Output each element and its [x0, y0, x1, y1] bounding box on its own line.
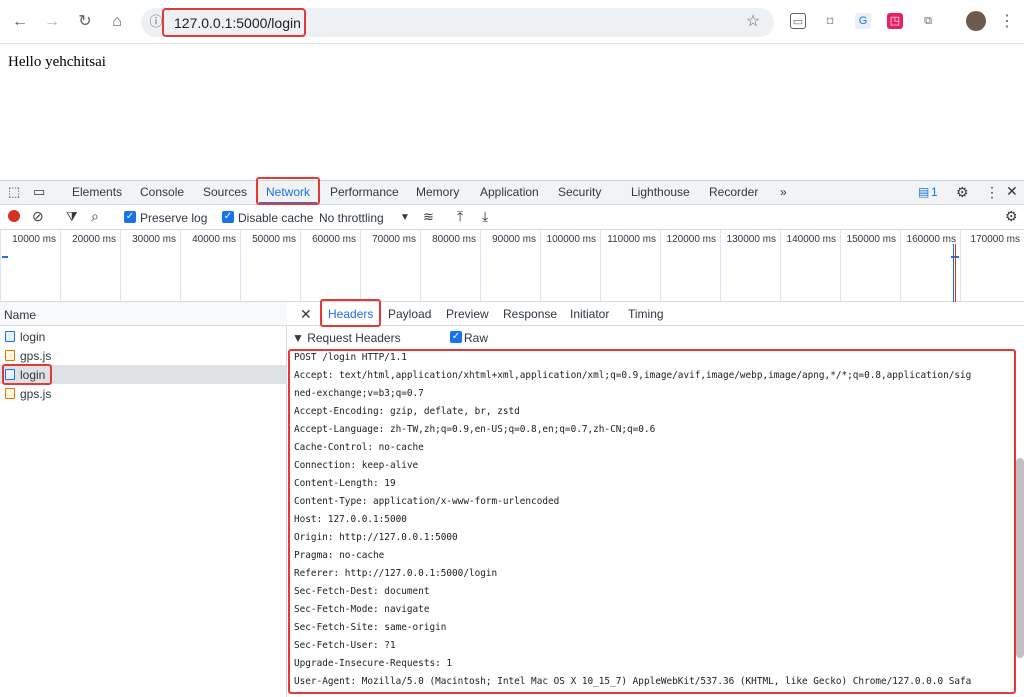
issues-icon[interactable]: ▤ — [918, 185, 929, 199]
tab-lighthouse[interactable]: Lighthouse — [631, 185, 690, 199]
list-item[interactable]: gps.js — [0, 384, 287, 403]
headers-tab-highlight — [320, 299, 381, 327]
avatar[interactable] — [966, 11, 986, 31]
translate-icon[interactable]: G — [855, 13, 871, 29]
close-details-icon[interactable]: ✕ — [300, 306, 312, 323]
tab-memory[interactable]: Memory — [416, 185, 459, 199]
selected-request-highlight — [2, 364, 52, 385]
page-greeting: Hello yehchitsai — [8, 54, 106, 70]
devtools-panel: ⬚ ▭ Elements Console Sources Network Per… — [0, 177, 1024, 697]
network-conditions-icon[interactable]: ≋ — [423, 209, 434, 225]
timeline-load-line — [955, 244, 956, 302]
search-icon[interactable]: ⌕ — [91, 208, 99, 225]
line-extension-icon[interactable]: ▭ — [790, 13, 806, 29]
timeline-tick: 160000 ms — [906, 234, 956, 245]
preserve-log-label: Preserve log — [140, 211, 208, 225]
tab-elements[interactable]: Elements — [72, 185, 122, 199]
request-name: login — [20, 330, 46, 344]
tab-initiator[interactable]: Initiator — [570, 307, 609, 321]
list-item[interactable]: login — [0, 327, 287, 346]
import-har-icon[interactable]: ⤒ — [457, 208, 463, 225]
timeline-tick: 120000 ms — [666, 234, 716, 245]
request-list: Name login gps.js login gps.js — [0, 302, 287, 697]
timeline-tick: 80000 ms — [432, 234, 476, 245]
kebab-menu-icon[interactable]: ⋮ — [997, 12, 1017, 32]
timeline-tick: 50000 ms — [252, 234, 296, 245]
script-icon — [5, 388, 15, 399]
timeline-tick: 20000 ms — [72, 234, 116, 245]
tab-sources[interactable]: Sources — [203, 185, 247, 199]
timeline-request-bar — [2, 256, 8, 258]
extension-pink-icon[interactable]: ◳ — [887, 13, 903, 29]
camera-icon[interactable]: ◘ — [822, 13, 838, 29]
raw-label: Raw — [464, 331, 489, 345]
disable-cache-checkbox[interactable]: ✓ — [222, 211, 234, 223]
timeline-tick: 10000 ms — [12, 234, 56, 245]
inspect-element-icon[interactable]: ⬚ — [8, 184, 20, 200]
timeline-tick: 70000 ms — [372, 234, 416, 245]
tab-response[interactable]: Response — [503, 307, 557, 321]
home-icon[interactable]: ⌂ — [107, 12, 127, 32]
timeline-dom-line — [953, 244, 954, 302]
bookmark-star-icon[interactable]: ☆ — [743, 12, 763, 32]
network-settings-icon[interactable]: ⚙ — [1005, 208, 1018, 225]
chevron-down-icon[interactable]: ▼ — [400, 212, 410, 223]
throttling-select[interactable]: No throttling — [319, 211, 384, 225]
tab-preview[interactable]: Preview — [446, 307, 489, 321]
request-name: gps.js — [20, 387, 52, 401]
close-devtools-icon[interactable]: ✕ — [1006, 183, 1018, 200]
preserve-log-checkbox[interactable]: ✓ — [124, 211, 136, 223]
tab-console[interactable]: Console — [140, 185, 184, 199]
raw-headers-block: POST /login HTTP/1.1 Accept: text/html,a… — [288, 349, 1016, 697]
timeline-tick: 40000 ms — [192, 234, 236, 245]
devtools-menu-icon[interactable]: ⋮ — [985, 184, 999, 201]
device-toolbar-icon[interactable]: ▭ — [33, 184, 45, 200]
detail-tab-bar: ✕ Headers Payload Preview Response Initi… — [288, 299, 1024, 327]
clear-icon[interactable]: ⊘ — [32, 208, 44, 225]
request-details: ✕ Headers Payload Preview Response Initi… — [288, 299, 1024, 697]
more-tabs-icon[interactable]: » — [780, 185, 787, 199]
issues-count[interactable]: 1 — [931, 185, 938, 199]
timeline-tick: 150000 ms — [846, 234, 896, 245]
raw-checkbox[interactable]: ✓ — [450, 331, 462, 343]
tab-performance[interactable]: Performance — [330, 185, 399, 199]
tab-security[interactable]: Security — [558, 185, 601, 199]
script-icon — [5, 350, 15, 361]
timeline-tick: 110000 ms — [607, 234, 656, 245]
tab-application[interactable]: Application — [480, 185, 539, 199]
record-icon[interactable] — [8, 210, 20, 222]
timeline-tick: 130000 ms — [726, 234, 776, 245]
details-scrollbar[interactable] — [1016, 458, 1024, 658]
settings-gear-icon[interactable]: ⚙ — [956, 184, 969, 201]
timeline-tick: 30000 ms — [132, 234, 176, 245]
network-filter-bar: ⊘ ⧩ ⌕ ✓ Preserve log ✓ Disable cache No … — [0, 206, 1024, 230]
forward-icon[interactable]: → — [42, 12, 62, 32]
timeline-tick: 60000 ms — [312, 234, 356, 245]
request-headers-title[interactable]: ▼ Request Headers — [292, 331, 401, 345]
network-overview-timeline[interactable]: 10000 ms 20000 ms 30000 ms 40000 ms 5000… — [0, 230, 1024, 302]
tab-timing[interactable]: Timing — [628, 307, 664, 321]
network-tab-highlight — [256, 177, 320, 205]
document-icon — [5, 331, 15, 342]
devtools-tab-bar: ⬚ ▭ Elements Console Sources Network Per… — [0, 177, 1024, 205]
timeline-tick: 90000 ms — [492, 234, 536, 245]
name-column-header[interactable]: Name — [0, 302, 287, 326]
tab-payload[interactable]: Payload — [388, 307, 431, 321]
timeline-tick: 140000 ms — [786, 234, 836, 245]
tab-recorder[interactable]: Recorder — [709, 185, 758, 199]
raw-headers-highlight — [288, 349, 1016, 694]
url-highlight — [162, 8, 306, 37]
timeline-tick: 100000 ms — [546, 234, 596, 245]
export-har-icon[interactable]: ⤓ — [482, 208, 488, 225]
browser-toolbar: ← → ↻ ⌂ ⓘ 127.0.0.1:5000/login ☆ ▭ ◘ G ◳… — [0, 0, 1024, 44]
filter-icon[interactable]: ⧩ — [66, 209, 78, 225]
extensions-puzzle-icon[interactable]: ⧉ — [920, 13, 936, 29]
request-name: gps.js — [20, 349, 52, 363]
list-item[interactable]: gps.js — [0, 346, 287, 365]
timeline-tick: 170000 ms — [970, 234, 1020, 245]
back-icon[interactable]: ← — [10, 12, 30, 32]
reload-icon[interactable]: ↻ — [75, 12, 95, 32]
disable-cache-label: Disable cache — [238, 211, 314, 225]
